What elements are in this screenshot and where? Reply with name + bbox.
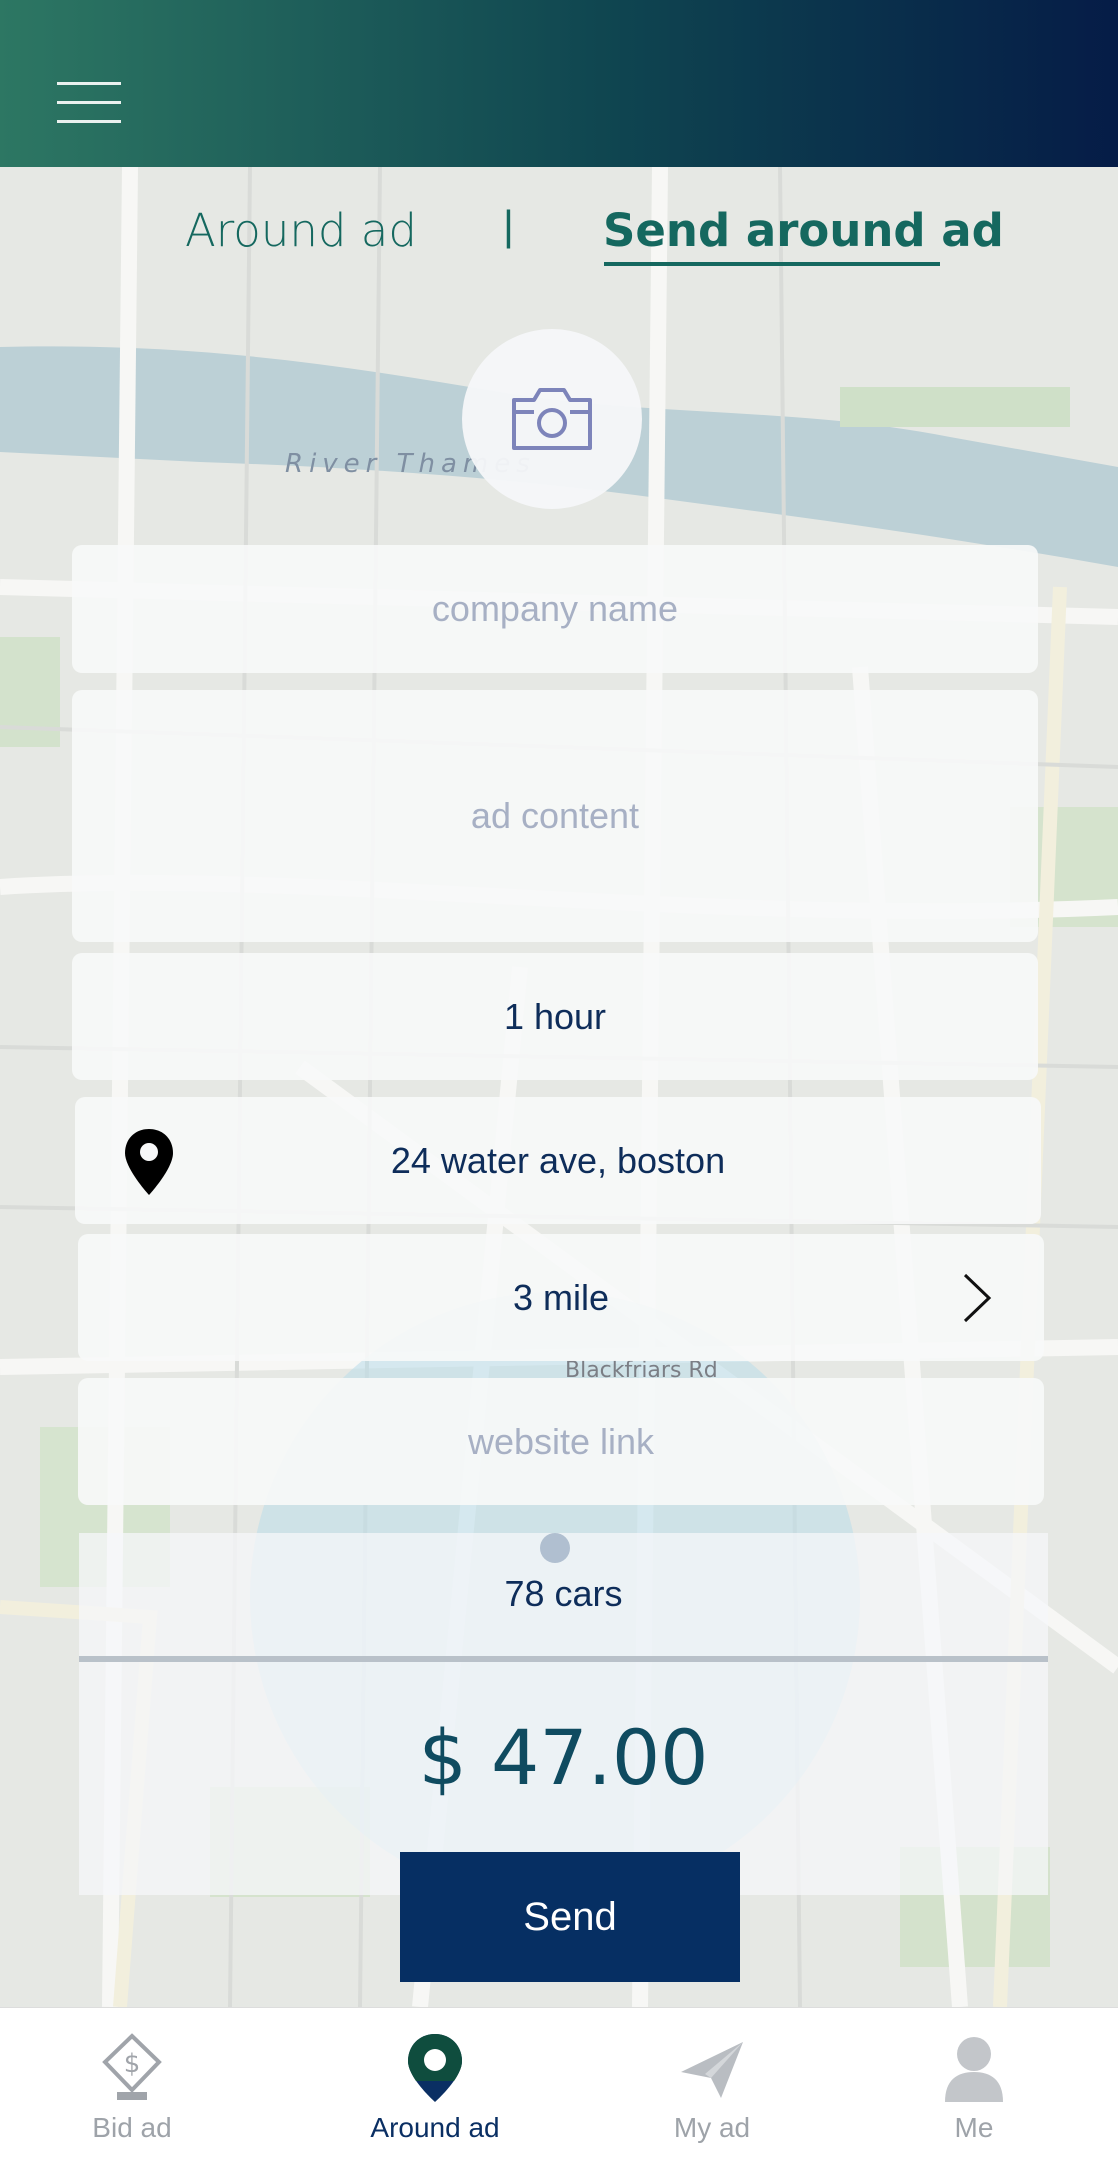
tab-around-ad[interactable]: Around ad (185, 204, 417, 257)
camera-icon (512, 388, 592, 450)
website-link-input[interactable]: website link (78, 1378, 1044, 1505)
chevron-right-icon (963, 1273, 992, 1323)
reach-slider-panel: 78 cars $ 47.00 (79, 1533, 1048, 1895)
ad-content-input[interactable]: ad content (72, 690, 1038, 942)
tabbar-item-around-ad[interactable]: Around ad (360, 2008, 510, 2160)
tabbar-label-me: Me (954, 2112, 994, 2143)
location-field[interactable]: 24 water ave, boston (75, 1097, 1041, 1224)
send-button[interactable]: Send (400, 1852, 740, 1982)
radius-value: 3 mile (512, 1276, 610, 1318)
radius-select[interactable]: 3 mile (78, 1234, 1044, 1361)
location-value: 24 water ave, boston (390, 1139, 726, 1181)
bid-tag-icon: $ (102, 2033, 162, 2100)
tabbar-label-around-ad: Around ad (370, 2112, 500, 2143)
location-pin-icon (125, 1129, 173, 1195)
app-header (0, 0, 1118, 167)
person-icon (945, 2037, 1003, 2102)
svg-text:$: $ (124, 2049, 141, 2079)
duration-select[interactable]: 1 hour (72, 953, 1038, 1080)
tab-send-around-ad[interactable]: Send around ad (603, 204, 1004, 257)
slider-handle[interactable] (540, 1533, 570, 1563)
tabbar-label-my-ad: My ad (673, 2112, 751, 2143)
price-value: $ 47.00 (418, 1713, 709, 1802)
tabbar-item-bid-ad[interactable]: $ Bid ad (62, 2008, 202, 2160)
tabbar-item-my-ad[interactable]: My ad (642, 2008, 782, 2160)
hamburger-icon[interactable] (57, 82, 121, 124)
tab-separator: | (503, 202, 514, 249)
cars-count: 78 cars (504, 1573, 623, 1614)
active-tab-underline (604, 262, 940, 266)
add-photo-button[interactable] (462, 329, 642, 509)
slider-track[interactable] (79, 1656, 1048, 1662)
tabbar-item-me[interactable]: Me (914, 2008, 1034, 2160)
tabbar-label-bid-ad: Bid ad (92, 2112, 172, 2143)
paper-plane-icon (681, 2042, 743, 2098)
ad-tabs: Around ad | Send around ad (0, 190, 1118, 270)
bottom-tab-bar: $ Bid ad Around ad My ad Me (0, 2007, 1118, 2160)
location-pin-icon (408, 2034, 462, 2102)
company-name-input[interactable]: company name (72, 545, 1038, 673)
